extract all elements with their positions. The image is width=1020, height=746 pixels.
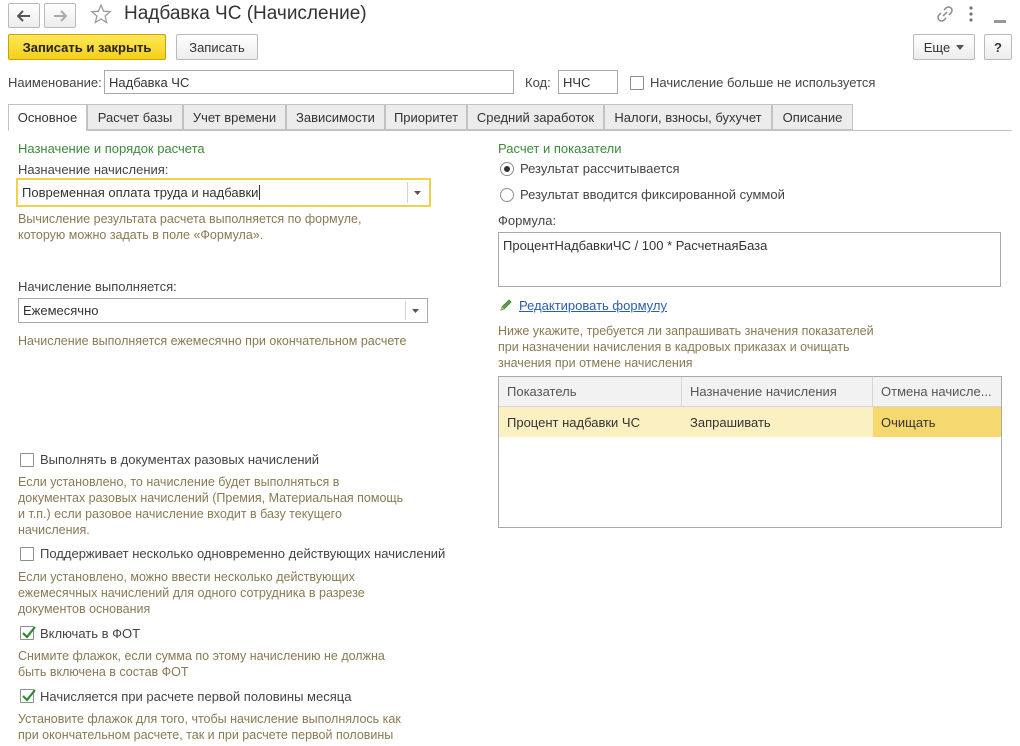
indicators-hint-2: при назначении начисления в кадровых при… [498, 340, 850, 354]
arrow-right-icon [54, 9, 67, 22]
one-time-docs-hint-4: начисления. [18, 523, 90, 537]
schedule-dropdown-button[interactable] [405, 301, 425, 320]
one-time-docs-label: Выполнять в документах разовых начислени… [40, 452, 320, 467]
schedule-combo[interactable]: Ежемесячно [18, 298, 428, 323]
cell-indicator[interactable]: Процент надбавки ЧС [499, 407, 682, 437]
checkmark-icon [22, 689, 36, 702]
maximize-icon[interactable] [994, 12, 1006, 27]
purpose-combo[interactable]: Повременная оплата труда и надбавки [16, 178, 431, 207]
table-header: Показатель Назначение начисления Отмена … [499, 377, 1001, 407]
name-field[interactable]: Надбавка ЧС [104, 70, 514, 94]
chevron-down-icon [412, 308, 419, 313]
tab-taxes[interactable]: Налоги, взносы, бухучет [604, 104, 772, 130]
name-label: Наименование: [8, 75, 102, 90]
more-button-label: Еще [923, 39, 951, 55]
one-time-docs-hint-2: документах разовых начислений (Премия, М… [18, 491, 404, 505]
right-group-title: Расчет и показатели [498, 141, 622, 156]
more-menu-icon[interactable] [966, 4, 976, 27]
multiple-accruals-hint-1: Если установлено, можно ввести несколько… [18, 570, 355, 584]
col-header-assign[interactable]: Назначение начисления [682, 377, 873, 406]
tab-base-calc[interactable]: Расчет базы [87, 104, 183, 130]
include-fot-hint-1: Снимите флажок, если сумма по этому начи… [18, 649, 385, 663]
link-icon[interactable] [936, 5, 954, 26]
include-fot-hint-2: быть включена в состав ФОТ [18, 665, 189, 679]
save-and-close-button[interactable]: Записать и закрыть [8, 34, 166, 60]
not-used-checkbox[interactable] [630, 76, 644, 90]
result-calculated-radio[interactable] [500, 162, 514, 176]
schedule-hint: Начисление выполняется ежемесячно при ок… [18, 334, 407, 348]
back-button[interactable] [8, 3, 40, 28]
purpose-value: Повременная оплата труда и надбавки [22, 185, 259, 200]
chevron-down-icon [414, 190, 421, 195]
tab-main[interactable]: Основное [8, 104, 87, 131]
forward-button[interactable] [44, 3, 76, 28]
first-half-hint-2: при окончательном расчете, так и при рас… [18, 728, 394, 742]
cell-cancel[interactable]: Очищать [873, 407, 1001, 437]
first-half-hint-1: Установите флажок для того, чтобы начисл… [18, 712, 401, 726]
page-title: Надбавка ЧС (Начисление) [124, 3, 367, 24]
schedule-value: Ежемесячно [23, 303, 99, 318]
one-time-docs-hint-1: Если установлено, то начисление будет вы… [18, 475, 340, 489]
pencil-icon [499, 298, 513, 315]
tab-priority[interactable]: Приоритет [385, 104, 467, 130]
multiple-accruals-checkbox[interactable] [20, 547, 34, 561]
multiple-accruals-label: Поддерживает несколько одновременно дейс… [40, 546, 446, 561]
favorite-star-icon[interactable] [90, 3, 112, 28]
left-group-title: Назначение и порядок расчета [18, 141, 205, 156]
purpose-dropdown-button[interactable] [407, 182, 427, 203]
multiple-accruals-hint-2: ежемесячных начислений для одного сотруд… [18, 586, 365, 600]
tab-average-earnings[interactable]: Средний заработок [467, 104, 604, 130]
include-fot-label: Включать в ФОТ [40, 626, 141, 641]
result-fixed-radio[interactable] [500, 188, 514, 202]
multiple-accruals-hint-3: документов основания [18, 602, 151, 616]
indicators-table[interactable]: Показатель Назначение начисления Отмена … [498, 376, 1002, 528]
help-button[interactable]: ? [984, 34, 1012, 60]
col-header-cancel[interactable]: Отмена начисле... [873, 377, 1001, 406]
checkmark-icon [22, 626, 36, 639]
indicators-hint-3: значения при отмене начисления [498, 356, 693, 370]
first-half-label: Начисляется при расчете первой половины … [40, 689, 352, 704]
first-half-checkbox[interactable] [20, 689, 36, 703]
formula-field[interactable]: ПроцентНадбавкиЧС / 100 * РасчетнаяБаза [498, 232, 1001, 287]
include-fot-checkbox[interactable] [20, 626, 36, 640]
arrow-left-icon [17, 9, 30, 22]
formula-label: Формула: [498, 213, 557, 228]
one-time-docs-hint-3: и т.п.) если разовое начисление входит в… [18, 507, 342, 521]
save-button[interactable]: Записать [176, 34, 258, 60]
formula-value: ПроцентНадбавкиЧС / 100 * РасчетнаяБаза [503, 238, 768, 253]
purpose-hint-line-1: Вычисление результата расчета выполняетс… [18, 212, 362, 226]
table-row[interactable]: Процент надбавки ЧС Запрашивать Очищать [499, 407, 1001, 437]
edit-formula-link[interactable]: Редактировать формулу [519, 298, 667, 313]
tab-description[interactable]: Описание [772, 104, 853, 130]
not-used-label: Начисление больше не используется [650, 75, 876, 90]
purpose-label: Назначение начисления: [18, 162, 169, 177]
cell-assign[interactable]: Запрашивать [682, 407, 873, 437]
result-calculated-label: Результат рассчитывается [520, 161, 680, 176]
tab-time-accounting[interactable]: Учет времени [183, 104, 286, 130]
one-time-docs-checkbox[interactable] [20, 453, 34, 467]
code-label: Код: [525, 75, 551, 90]
indicators-hint-1: Ниже укажите, требуется ли запрашивать з… [498, 324, 874, 338]
result-fixed-label: Результат вводится фиксированной суммой [520, 187, 785, 202]
tab-dependencies[interactable]: Зависимости [286, 104, 385, 130]
code-field[interactable]: НЧС [558, 70, 618, 94]
purpose-hint-line-2: которую можно задать в поле «Формула». [18, 228, 264, 242]
tabs-baseline [8, 130, 1012, 131]
schedule-label: Начисление выполняется: [18, 279, 177, 294]
chevron-down-icon [956, 44, 965, 50]
more-button[interactable]: Еще [913, 34, 975, 60]
col-header-indicator[interactable]: Показатель [499, 377, 682, 406]
